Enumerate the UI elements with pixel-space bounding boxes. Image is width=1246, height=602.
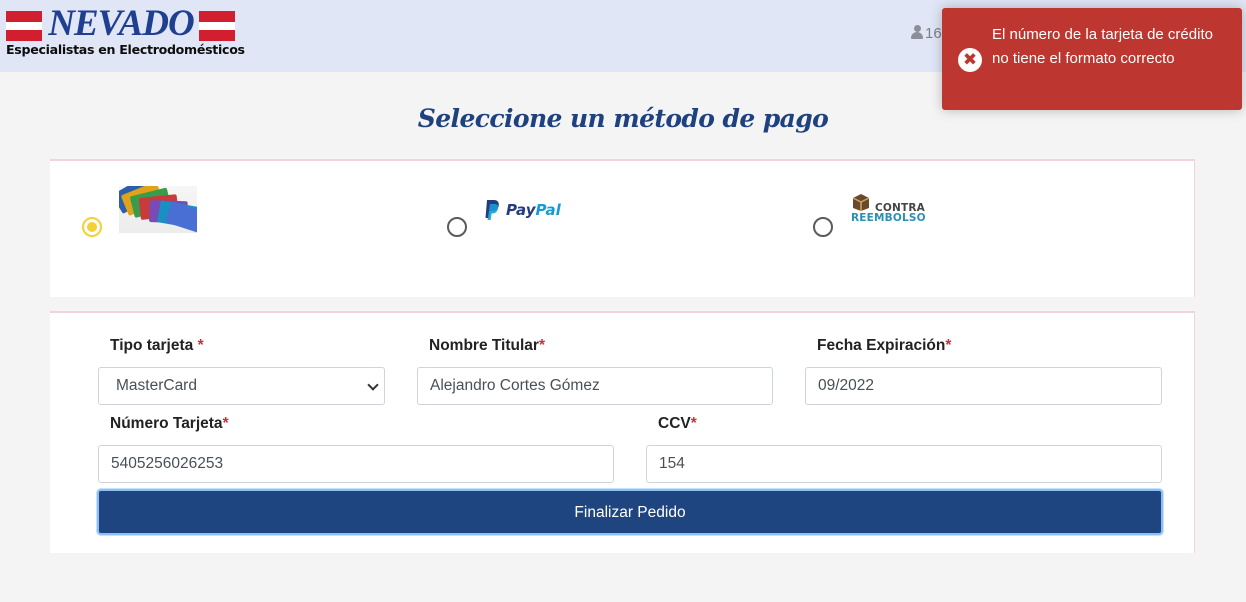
- package-box-icon: [852, 194, 870, 211]
- chevron-down-icon: [367, 379, 379, 391]
- contra-reembolso-logo: CONTRA REEMBOLSO: [851, 193, 941, 227]
- toast-message: El número de la tarjeta de crédito no ti…: [992, 26, 1213, 67]
- user-icon: [911, 25, 923, 39]
- radio-contra-reembolso[interactable]: [813, 217, 833, 237]
- expiration-input[interactable]: 09/2022: [805, 367, 1162, 405]
- radio-card-payment[interactable]: [82, 217, 102, 237]
- card-type-select[interactable]: MasterCard: [98, 367, 385, 405]
- user-account-link[interactable]: 16: [911, 25, 942, 42]
- radio-paypal[interactable]: [447, 217, 467, 237]
- ccv-input[interactable]: 154: [646, 445, 1162, 483]
- holder-name-label: Nombre Titular*: [429, 337, 545, 354]
- logo-tagline: Especialistas en Electrodomésticos: [6, 42, 245, 57]
- ccv-label: CCV*: [658, 415, 697, 432]
- card-type-label: Tipo tarjeta *: [110, 337, 204, 354]
- page-title: Seleccione un método de pago: [417, 104, 829, 133]
- paypal-text: PayPal: [506, 201, 561, 219]
- logo-brand: NEVADO: [48, 3, 194, 44]
- flag-left-icon: [6, 11, 42, 41]
- finalize-order-button[interactable]: Finalizar Pedido: [97, 489, 1163, 535]
- card-number-input[interactable]: 5405256026253: [98, 445, 614, 483]
- flag-right-icon: [199, 11, 235, 41]
- credit-cards-image: [119, 186, 197, 233]
- card-number-label: Número Tarjeta*: [110, 415, 229, 432]
- error-circle-x-icon: ✖: [958, 48, 982, 72]
- card-details-form: Tipo tarjeta * MasterCard Nombre Titular…: [50, 311, 1195, 553]
- user-text: 16: [925, 25, 942, 42]
- paypal-logo: PayPal: [484, 199, 574, 221]
- error-toast[interactable]: ✖ El número de la tarjeta de crédito no …: [942, 8, 1242, 110]
- nevado-logo[interactable]: NEVADO Especialistas en Electrodoméstico…: [6, 4, 245, 59]
- holder-name-input[interactable]: Alejandro Cortes Gómez: [417, 367, 773, 405]
- paypal-mark-icon: [485, 200, 499, 220]
- payment-methods-panel: PayPal CONTRA REEMBOLSO: [50, 159, 1195, 297]
- cod-label-line2: REEMBOLSO: [851, 212, 926, 224]
- expiration-label: Fecha Expiración*: [817, 337, 952, 354]
